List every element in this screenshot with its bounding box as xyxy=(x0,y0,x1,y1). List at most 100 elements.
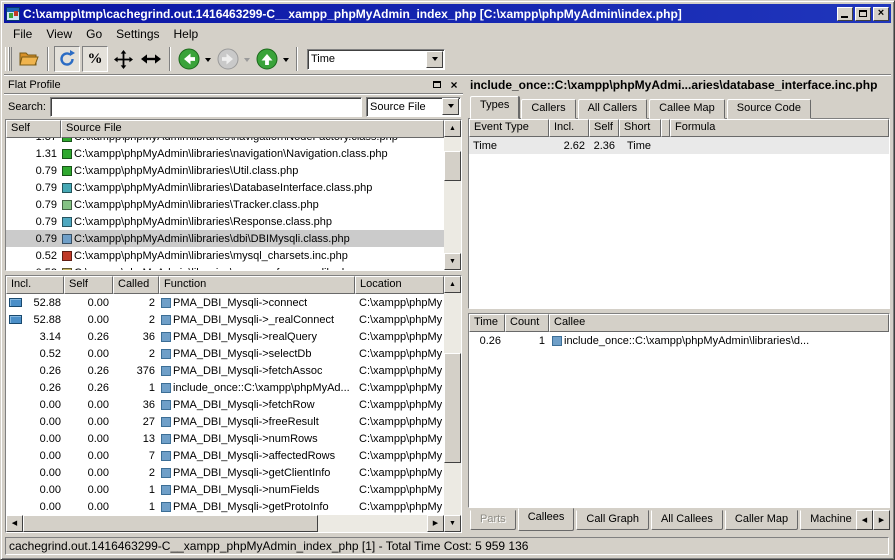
table-row[interactable]: 52.88 0.00 2 PMA_DBI_Mysqli->_realConnec… xyxy=(6,311,444,328)
tab-parts[interactable]: Parts xyxy=(470,510,516,530)
table-row[interactable]: 52.88 0.00 2 PMA_DBI_Mysqli->connect C:\… xyxy=(6,294,444,311)
menu-settings[interactable]: Settings xyxy=(109,25,166,43)
table-row[interactable]: 0.52 C:\xampp\phpMyAdmin\libraries\mysql… xyxy=(6,247,444,264)
back-dropdown-icon[interactable] xyxy=(205,58,211,65)
column-header-callee[interactable]: Callee xyxy=(549,314,889,332)
up-button[interactable] xyxy=(254,46,280,72)
horizontal-scrollbar[interactable]: ◀ ▶ xyxy=(6,515,444,532)
location-cell: C:\xampp\phpMy xyxy=(355,365,444,377)
minimize-button[interactable] xyxy=(837,7,853,21)
table-row[interactable]: 0.00 0.00 36 PMA_DBI_Mysqli->fetchRow C:… xyxy=(6,396,444,413)
up-dropdown-icon[interactable] xyxy=(283,58,289,65)
scrollbar-thumb[interactable] xyxy=(444,151,461,181)
table-row[interactable]: 0.79 C:\xampp\phpMyAdmin\libraries\Track… xyxy=(6,196,444,213)
tab-callers[interactable]: Callers xyxy=(521,99,575,119)
back-button[interactable] xyxy=(176,46,202,72)
tab-all-callers[interactable]: All Callers xyxy=(578,99,648,119)
column-header-incl[interactable]: Incl. xyxy=(549,119,589,137)
scrollbar-track[interactable] xyxy=(444,463,461,515)
table-row[interactable]: 3.14 0.26 36 PMA_DBI_Mysqli->realQuery C… xyxy=(6,328,444,345)
vertical-scrollbar[interactable]: ▲ ▼ xyxy=(444,120,461,270)
tab-scroll-left-icon[interactable]: ◀ xyxy=(856,510,873,530)
scroll-up-icon[interactable]: ▲ xyxy=(444,120,461,137)
grouping-combobox[interactable]: Source File xyxy=(366,97,461,117)
table-row[interactable]: 0.79 C:\xampp\phpMyAdmin\libraries\Respo… xyxy=(6,213,444,230)
column-header-location[interactable]: Location xyxy=(355,276,444,294)
tab-types[interactable]: Types xyxy=(470,96,519,119)
dock-title-bar[interactable]: Flat Profile × xyxy=(4,76,463,94)
dock-close-button[interactable]: × xyxy=(447,78,461,91)
table-row[interactable]: Time 2.62 2.36 Time xyxy=(469,137,889,154)
column-header-self[interactable]: Self xyxy=(589,119,619,137)
tab-call-graph[interactable]: Call Graph xyxy=(576,510,649,530)
scrollbar-thumb[interactable] xyxy=(444,353,461,463)
scroll-down-icon[interactable]: ▼ xyxy=(444,253,461,270)
scroll-left-icon[interactable]: ◀ xyxy=(6,515,23,532)
table-row[interactable]: 0.26 0.26 376 PMA_DBI_Mysqli->fetchAssoc… xyxy=(6,362,444,379)
column-header-event-type[interactable]: Event Type xyxy=(469,119,549,137)
column-header-self[interactable]: Self xyxy=(6,120,61,138)
event-type-combobox-button[interactable] xyxy=(426,51,443,68)
table-row[interactable]: 0.52 0.00 2 PMA_DBI_Mysqli->selectDb C:\… xyxy=(6,345,444,362)
scrollbar-track[interactable] xyxy=(444,181,461,253)
table-row[interactable]: 0.00 0.00 1 PMA_DBI_Mysqli->getProtoInfo… xyxy=(6,498,444,515)
column-header-self[interactable]: Self xyxy=(64,276,113,294)
scroll-down-icon[interactable]: ▼ xyxy=(444,515,461,532)
tab-machine-code[interactable]: Machine xyxy=(800,510,860,530)
table-row[interactable]: 0.00 0.00 13 PMA_DBI_Mysqli->numRows C:\… xyxy=(6,430,444,447)
column-header-called[interactable]: Called xyxy=(113,276,159,294)
table-row[interactable]: 1.37 C:\xampp\phpMyAdmin\libraries\navig… xyxy=(6,138,444,145)
reload-button[interactable] xyxy=(54,46,80,72)
menu-view[interactable]: View xyxy=(39,25,79,43)
dock-float-button[interactable] xyxy=(430,78,444,91)
column-header-function[interactable]: Function xyxy=(159,276,355,294)
tab-source-code[interactable]: Source Code xyxy=(727,99,811,119)
relative-percent-button[interactable]: % xyxy=(82,46,108,72)
tab-callees[interactable]: Callees xyxy=(518,508,575,531)
forward-dropdown-icon[interactable] xyxy=(244,58,250,65)
tab-scroll-right-icon[interactable]: ▶ xyxy=(873,510,890,530)
callees-panel: Time Count Callee 0.26 1 include_once::C… xyxy=(468,313,890,508)
function-cell: PMA_DBI_Mysqli->_realConnect xyxy=(159,314,355,326)
open-file-button[interactable] xyxy=(16,46,42,72)
tab-callee-map[interactable]: Callee Map xyxy=(649,99,725,119)
column-header-formula[interactable]: Formula xyxy=(670,119,889,137)
table-row[interactable]: 0.79 C:\xampp\phpMyAdmin\libraries\Util.… xyxy=(6,162,444,179)
toolbar-handle[interactable] xyxy=(5,47,12,71)
maximize-button[interactable] xyxy=(855,7,871,21)
search-input[interactable] xyxy=(50,97,362,117)
cycle-detection-button[interactable] xyxy=(138,46,164,72)
event-type-combobox[interactable]: Time xyxy=(307,49,445,70)
title-bar[interactable]: C:\xampp\tmp\cachegrind.out.1416463299-C… xyxy=(4,4,891,23)
scroll-up-icon[interactable]: ▲ xyxy=(444,276,461,293)
table-row[interactable]: 0.79 C:\xampp\phpMyAdmin\libraries\dbi\D… xyxy=(6,230,444,247)
tab-all-callees[interactable]: All Callees xyxy=(651,510,723,530)
table-row[interactable]: 0.00 0.00 27 PMA_DBI_Mysqli->freeResult … xyxy=(6,413,444,430)
column-header-count[interactable]: Count xyxy=(505,314,549,332)
table-row[interactable]: 0.52 C:\xampp\phpMyAdmin\libraries\user_… xyxy=(6,264,444,270)
table-row[interactable]: 0.79 C:\xampp\phpMyAdmin\libraries\Datab… xyxy=(6,179,444,196)
table-row[interactable]: 0.26 0.26 1 include_once::C:\xampp\phpMy… xyxy=(6,379,444,396)
table-row[interactable]: 0.00 0.00 1 PMA_DBI_Mysqli->numFields C:… xyxy=(6,481,444,498)
menu-file[interactable]: File xyxy=(6,25,39,43)
table-row[interactable]: 1.31 C:\xampp\phpMyAdmin\libraries\navig… xyxy=(6,145,444,162)
table-row[interactable]: 0.00 0.00 2 PMA_DBI_Mysqli->getClientInf… xyxy=(6,464,444,481)
menu-go[interactable]: Go xyxy=(79,25,109,43)
table-row[interactable]: 0.26 1 include_once::C:\xampp\phpMyAdmin… xyxy=(469,332,889,349)
table-row[interactable]: 0.00 0.00 7 PMA_DBI_Mysqli->affectedRows… xyxy=(6,447,444,464)
column-header-short[interactable]: Short xyxy=(619,119,661,137)
scrollbar-track[interactable] xyxy=(318,515,427,532)
menu-help[interactable]: Help xyxy=(167,25,206,43)
column-header-time[interactable]: Time xyxy=(469,314,505,332)
close-button[interactable]: × xyxy=(873,7,889,21)
column-header-source-file[interactable]: Source File xyxy=(61,120,444,138)
grouping-combobox-button[interactable] xyxy=(442,98,459,115)
tab-caller-map[interactable]: Caller Map xyxy=(725,510,798,530)
scroll-right-icon[interactable]: ▶ xyxy=(427,515,444,532)
forward-button[interactable] xyxy=(215,46,241,72)
scrollbar-thumb[interactable] xyxy=(23,515,318,532)
vertical-scrollbar[interactable]: ▲ ▼ xyxy=(444,276,461,532)
relative-to-parent-button[interactable] xyxy=(110,46,136,72)
column-header-incl[interactable]: Incl. xyxy=(6,276,64,294)
called-count-cell: 27 xyxy=(113,416,159,428)
